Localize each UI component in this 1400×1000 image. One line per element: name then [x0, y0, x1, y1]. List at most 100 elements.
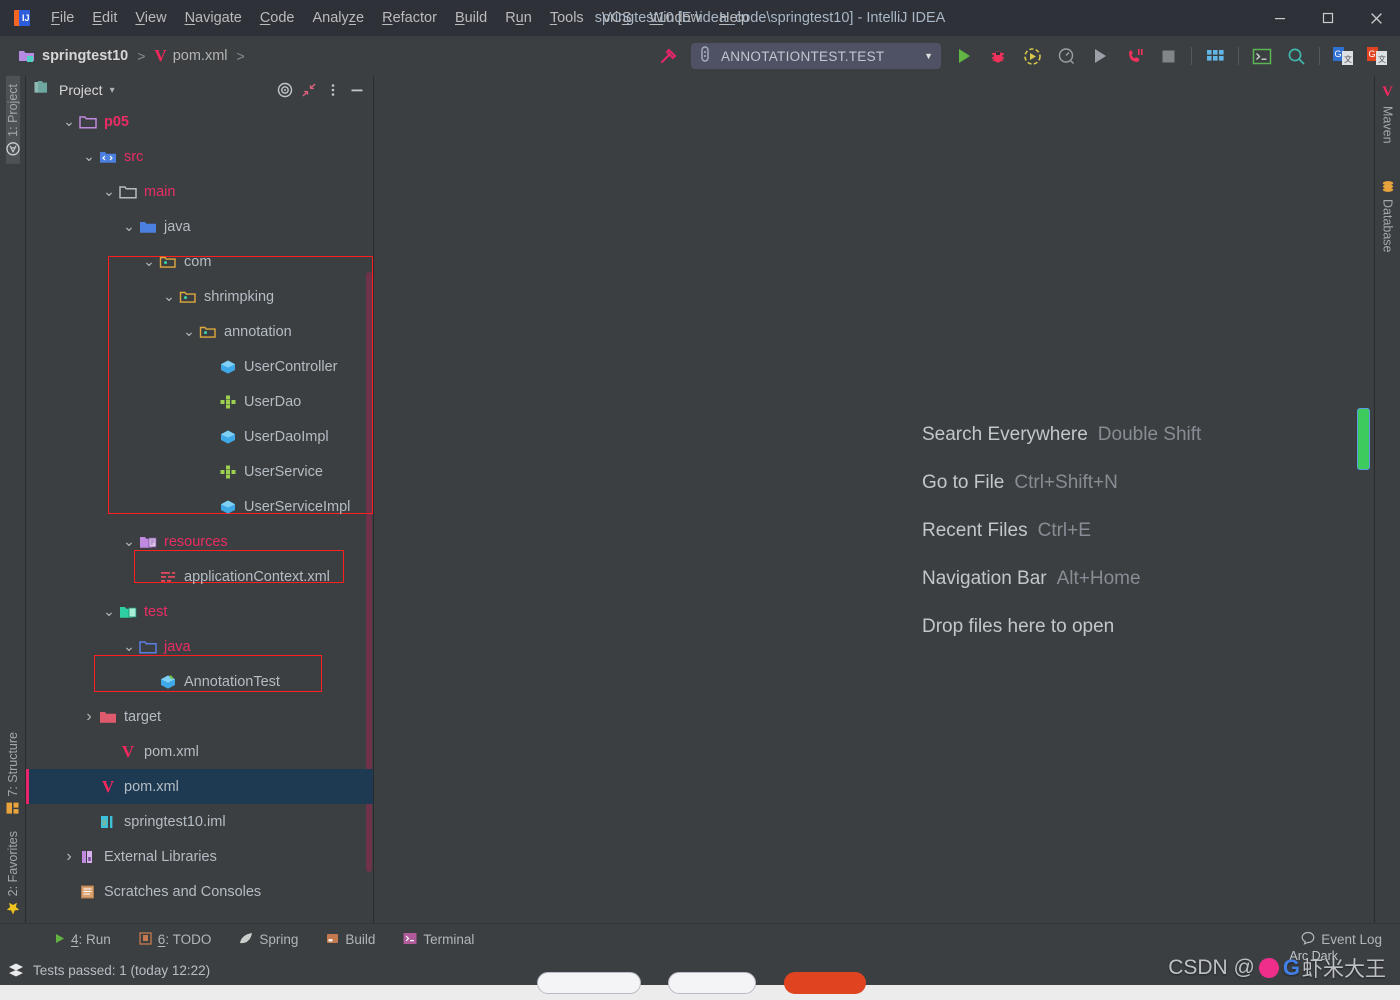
breadcrumb-project[interactable]: springtest10 [42, 48, 128, 64]
menu-window[interactable]: Window [641, 0, 711, 36]
menu-analyze[interactable]: Analyze [304, 0, 374, 36]
bottom-tab-build[interactable]: Build [312, 932, 389, 948]
stop-button[interactable] [1153, 41, 1183, 71]
bottom-tab-todo[interactable]: 6: TODO [125, 931, 226, 948]
project-panel-title: Project [59, 82, 103, 98]
tree-node-applicationcontext-xml[interactable]: applicationContext.xml [26, 559, 373, 594]
menu-tools[interactable]: Tools [541, 0, 593, 36]
tree-expand-arrow[interactable]: ⌄ [102, 183, 116, 199]
tree-expand-arrow[interactable]: ⌄ [122, 218, 136, 234]
maximize-button[interactable] [1304, 0, 1352, 36]
tree-expand-arrow[interactable]: ⌄ [162, 288, 176, 304]
bottom-tab-run[interactable]: 4: Run [40, 932, 125, 947]
sidebar-item-favorites[interactable]: 2: Favorites [6, 823, 20, 923]
tree-expand-arrow[interactable]: ⌄ [82, 148, 96, 164]
grid-blue-icon[interactable] [1200, 41, 1230, 71]
tree-node-java[interactable]: ⌄ java [26, 209, 373, 244]
chevron-down-icon[interactable]: ▼ [924, 51, 933, 61]
hammer-icon[interactable] [653, 41, 683, 71]
project-panel-tools [275, 80, 367, 100]
attach-debugger-button[interactable] [1119, 41, 1149, 71]
minimize-icon[interactable] [347, 80, 367, 100]
menu-navigate[interactable]: Navigate [176, 0, 251, 36]
run-anything-button[interactable] [1085, 41, 1115, 71]
sidebar-item-structure[interactable]: 7: Structure [6, 724, 20, 823]
menu-vcs[interactable]: VCS [593, 0, 641, 36]
bottom-tab-spring[interactable]: Spring [225, 932, 312, 948]
editor-hint-3: Recent Files Ctrl+E [922, 520, 1201, 542]
menu-file[interactable]: File [42, 0, 83, 36]
menu-edit[interactable]: Edit [83, 0, 126, 36]
menu-code[interactable]: Code [251, 0, 304, 36]
run-configuration-selector[interactable]: ANNOTATIONTEST.TEST ▼ [691, 43, 941, 69]
menu-help[interactable]: Help [710, 0, 758, 36]
tree-node-src[interactable]: ⌄ src [26, 139, 373, 174]
breadcrumb-file[interactable]: pom.xml [173, 48, 228, 64]
editor-area[interactable]: Search Everywhere Double Shift Go to File C… [374, 76, 1374, 923]
tree-node-resources[interactable]: ⌄ resources [26, 524, 373, 559]
close-button[interactable] [1352, 0, 1400, 36]
sidebar-item-database[interactable]: Database [1381, 172, 1395, 261]
taskbar-item-1[interactable] [537, 972, 641, 994]
tree-expand-arrow[interactable]: ⌄ [102, 603, 116, 619]
run-button[interactable] [949, 41, 979, 71]
tree-expand-arrow[interactable]: ⌄ [142, 253, 156, 269]
translate-blue-icon[interactable]: G 文 [1328, 41, 1358, 71]
tree-expand-arrow[interactable]: ⌄ [182, 323, 196, 339]
tree-node-external-libraries[interactable]: › External Libraries [26, 839, 373, 874]
tree-node-userserviceimpl[interactable]: UserServiceImpl [26, 489, 373, 524]
menu-build[interactable]: Build [446, 0, 496, 36]
taskbar-item-3[interactable] [784, 972, 866, 994]
tree-node-p05[interactable]: ⌄ p05 [26, 104, 373, 139]
tree-node-scratches-and-consoles[interactable]: Scratches and Consoles [26, 874, 373, 909]
sidebar-item-maven[interactable]: V Maven [1381, 76, 1395, 152]
taskbar-item-2[interactable] [668, 972, 756, 994]
event-log-button[interactable]: Event Log [1301, 931, 1400, 948]
translate-orange-icon[interactable]: G 文 [1362, 41, 1392, 71]
run-with-coverage-button[interactable] [1017, 41, 1047, 71]
tree-node-pom-xml[interactable]: Vpom.xml [26, 769, 373, 804]
editor-scroll-indicator[interactable] [1357, 408, 1370, 470]
tree-expand-arrow[interactable]: ⌄ [62, 113, 76, 129]
editor-hint-action: Drop files here to open [922, 616, 1115, 637]
chevron-down-icon[interactable]: ▾ [110, 85, 115, 96]
menu-view[interactable]: View [126, 0, 175, 36]
tree-node-annotationtest[interactable]: AnnotationTest [26, 664, 373, 699]
tree-node-userdao[interactable]: UserDao [26, 384, 373, 419]
tree-node-java[interactable]: ⌄ java [26, 629, 373, 664]
bottom-tab-terminal[interactable]: Terminal [389, 932, 488, 948]
tree-node-label: main [144, 183, 176, 200]
tree-node-userdaoimpl[interactable]: UserDaoImpl [26, 419, 373, 454]
tree-expand-arrow[interactable]: ⌄ [122, 533, 136, 549]
menu-refactor[interactable]: Refactor [373, 0, 446, 36]
minimize-button[interactable] [1256, 0, 1304, 36]
tree-node-target[interactable]: › target [26, 699, 373, 734]
project-tree[interactable]: ⌄ p05 ⌄ src ⌄ main ⌄ java ⌄ com ⌄ shrimpking ⌄ annota… [26, 104, 373, 923]
menu-bar: File Edit View Navigate Code Analyze Ref… [42, 0, 758, 36]
kebab-menu-icon[interactable] [323, 80, 343, 100]
tree-expand-arrow[interactable]: › [82, 708, 96, 725]
folder-blue-icon [139, 218, 157, 236]
tree-node-annotation[interactable]: ⌄ annotation [26, 314, 373, 349]
debug-button[interactable] [983, 41, 1013, 71]
target-icon[interactable] [275, 80, 295, 100]
tree-node-shrimpking[interactable]: ⌄ shrimpking [26, 279, 373, 314]
search-icon[interactable] [1281, 41, 1311, 71]
profiler-button[interactable] [1051, 41, 1081, 71]
tree-node-test[interactable]: ⌄ test [26, 594, 373, 629]
collapse-all-icon[interactable] [299, 80, 319, 100]
terminal-green-icon[interactable] [1247, 41, 1277, 71]
tree-node-com[interactable]: ⌄ com [26, 244, 373, 279]
menu-run[interactable]: Run [496, 0, 541, 36]
tree-expand-arrow[interactable]: ⌄ [122, 638, 136, 654]
tree-expand-arrow[interactable]: › [62, 848, 76, 865]
tree-node-main[interactable]: ⌄ main [26, 174, 373, 209]
tree-node-userservice[interactable]: UserService [26, 454, 373, 489]
tree-node-usercontroller[interactable]: UserController [26, 349, 373, 384]
sidebar-item-project-label: 1: Project [5, 84, 20, 137]
tree-node-springtest10-iml[interactable]: ɔ springtest10.iml [26, 804, 373, 839]
tree-node-label: Scratches and Consoles [104, 883, 262, 900]
tree-node-label: UserDaoImpl [244, 428, 329, 445]
tree-node-pom-xml[interactable]: Vpom.xml [26, 734, 373, 769]
sidebar-item-project[interactable]: 1: Project [5, 76, 20, 164]
